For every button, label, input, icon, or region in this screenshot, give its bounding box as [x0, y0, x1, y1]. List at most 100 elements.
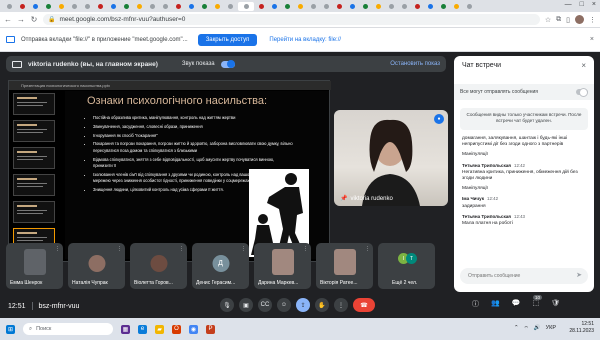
chat-input[interactable]	[460, 268, 588, 284]
bookmark-icon[interactable]: ☆	[545, 16, 551, 24]
chat-sender: Тетьяна Трипольская	[462, 213, 511, 219]
browser-tab[interactable]	[82, 2, 93, 11]
raise-hand-icon[interactable]: ✋	[315, 298, 329, 312]
slide-thumbnail[interactable]	[13, 147, 55, 169]
url-input[interactable]: 🔒 meet.google.com/bsz-mfnr-vuu?authuser=…	[43, 14, 540, 25]
url-text: meet.google.com/bsz-mfnr-vuu?authuser=0	[59, 16, 186, 23]
send-icon[interactable]: ➤	[576, 271, 582, 279]
browser-tab[interactable]	[95, 2, 106, 11]
participant-tile[interactable]: ⋮ Віолетта Горов...	[130, 243, 187, 289]
close-icon[interactable]: ×	[592, 1, 596, 8]
pin-icon[interactable]: 📌	[340, 195, 347, 202]
windows-start-icon[interactable]: ⊞	[6, 324, 15, 334]
browser-tab[interactable]	[425, 2, 436, 11]
mic-icon[interactable]: 🎙	[220, 298, 234, 312]
browser-tab[interactable]	[412, 2, 423, 11]
office-icon[interactable]: O	[172, 324, 181, 334]
maximize-icon[interactable]: □	[580, 1, 584, 8]
search-label: Поиск	[36, 326, 52, 332]
browser-tab[interactable]	[451, 2, 462, 11]
browser-tab[interactable]	[295, 2, 306, 11]
present-icon[interactable]: ⇪	[296, 298, 310, 312]
forward-icon[interactable]: →	[17, 15, 25, 24]
speaker-tile[interactable]: ● 📌 viktoria rudenko	[334, 110, 448, 206]
edge-icon[interactable]: e	[138, 324, 147, 334]
browser-tab[interactable]	[17, 2, 28, 11]
participant-tile[interactable]: ⋮ Дарина Маркев...	[254, 243, 311, 289]
browser-tab[interactable]	[56, 2, 67, 11]
participant-tile[interactable]: Д ⋮ Денис Герасим...	[192, 243, 249, 289]
browser-tab[interactable]	[43, 2, 54, 11]
slide-thumbnail[interactable]	[13, 174, 55, 196]
sidepanel-icon[interactable]: ▯	[566, 16, 570, 24]
chrome-icon[interactable]: ◉	[189, 324, 198, 334]
browser-tab[interactable]	[373, 2, 384, 11]
browser-tab[interactable]	[69, 2, 80, 11]
camera-icon[interactable]: ▣	[239, 298, 253, 312]
participant-tile[interactable]: ⋮ Наталія Чупрак	[68, 243, 125, 289]
shield-icon[interactable]: 🛡	[551, 299, 560, 309]
participant-tile[interactable]: ⋮ Вікторія Ратее...	[316, 243, 373, 289]
language-indicator[interactable]: УКР	[546, 325, 556, 332]
browser-tab[interactable]	[238, 1, 254, 11]
browser-tab[interactable]	[160, 2, 171, 11]
browser-tab[interactable]	[399, 2, 410, 11]
browser-tab[interactable]	[199, 2, 210, 11]
browser-tab[interactable]	[347, 2, 358, 11]
menu-icon[interactable]: ⋮	[589, 16, 596, 24]
browser-tab[interactable]	[121, 2, 132, 11]
browser-tab[interactable]	[108, 2, 119, 11]
volume-icon[interactable]: 🔊	[534, 325, 541, 332]
sound-toggle[interactable]	[220, 59, 235, 68]
back-icon[interactable]: ←	[4, 15, 12, 24]
browser-tab[interactable]	[334, 2, 345, 11]
profile-avatar[interactable]	[575, 15, 584, 24]
more-participants-tile[interactable]: I T Ещё 2 чел.	[378, 243, 435, 289]
browser-tab[interactable]	[386, 2, 397, 11]
emoji-icon[interactable]: ☺	[277, 298, 291, 312]
chat-permission-toggle[interactable]	[576, 88, 588, 97]
participant-tile[interactable]: ⋮ Емма Шенрок	[6, 243, 63, 289]
people-icon[interactable]: 👥	[491, 299, 500, 309]
chevron-up-icon[interactable]: ⌃	[514, 325, 519, 332]
browser-tab[interactable]	[308, 2, 319, 11]
close-icon[interactable]: ×	[581, 61, 586, 70]
end-call-icon[interactable]: ☎	[353, 298, 375, 312]
stop-presenting-button[interactable]: Остановить показ	[390, 61, 440, 67]
chat-icon[interactable]: 💬	[512, 299, 521, 309]
browser-tab[interactable]	[4, 2, 15, 11]
browser-tab[interactable]	[464, 2, 475, 11]
browser-tab[interactable]	[212, 2, 223, 11]
browser-tab[interactable]	[147, 2, 158, 11]
close-icon[interactable]: ×	[590, 36, 594, 43]
wifi-icon[interactable]: ⌔	[524, 325, 529, 332]
slide-thumbnail[interactable]	[13, 93, 55, 115]
slide-thumbnail[interactable]	[13, 201, 55, 223]
browser-tab[interactable]	[225, 2, 236, 11]
powerpoint-icon[interactable]: P	[206, 324, 215, 334]
more-icon[interactable]: ⋮	[334, 298, 348, 312]
browser-tab[interactable]	[186, 2, 197, 11]
browser-tab[interactable]	[360, 2, 371, 11]
browser-tab[interactable]	[438, 2, 449, 11]
reload-icon[interactable]: ↻	[30, 15, 38, 24]
folder-icon[interactable]: ▰	[155, 324, 164, 334]
browser-tab[interactable]	[282, 2, 293, 11]
browser-tab[interactable]	[256, 2, 267, 11]
task-view-icon[interactable]: ▦	[121, 324, 130, 334]
browser-tab[interactable]	[30, 2, 41, 11]
taskbar-search[interactable]: ⌕ Поиск	[23, 323, 113, 335]
extensions-icon[interactable]: ⧉	[556, 16, 561, 24]
browser-tab[interactable]	[321, 2, 332, 11]
stop-sharing-button[interactable]: Закрыть доступ	[197, 33, 258, 46]
captions-icon[interactable]: CC	[258, 298, 272, 312]
switch-tab-link[interactable]: Перейти на вкладку: file://	[263, 34, 347, 46]
browser-tab[interactable]	[134, 2, 145, 11]
clock[interactable]: 12:51 28.11.2023	[569, 321, 594, 335]
browser-tab[interactable]	[269, 2, 280, 11]
slide-thumbnail[interactable]	[13, 120, 55, 142]
activities-icon[interactable]: ⬚	[532, 299, 539, 309]
browser-tab[interactable]	[173, 2, 184, 11]
minimize-icon[interactable]: —	[565, 1, 572, 8]
info-icon[interactable]: ⓘ	[472, 299, 479, 309]
